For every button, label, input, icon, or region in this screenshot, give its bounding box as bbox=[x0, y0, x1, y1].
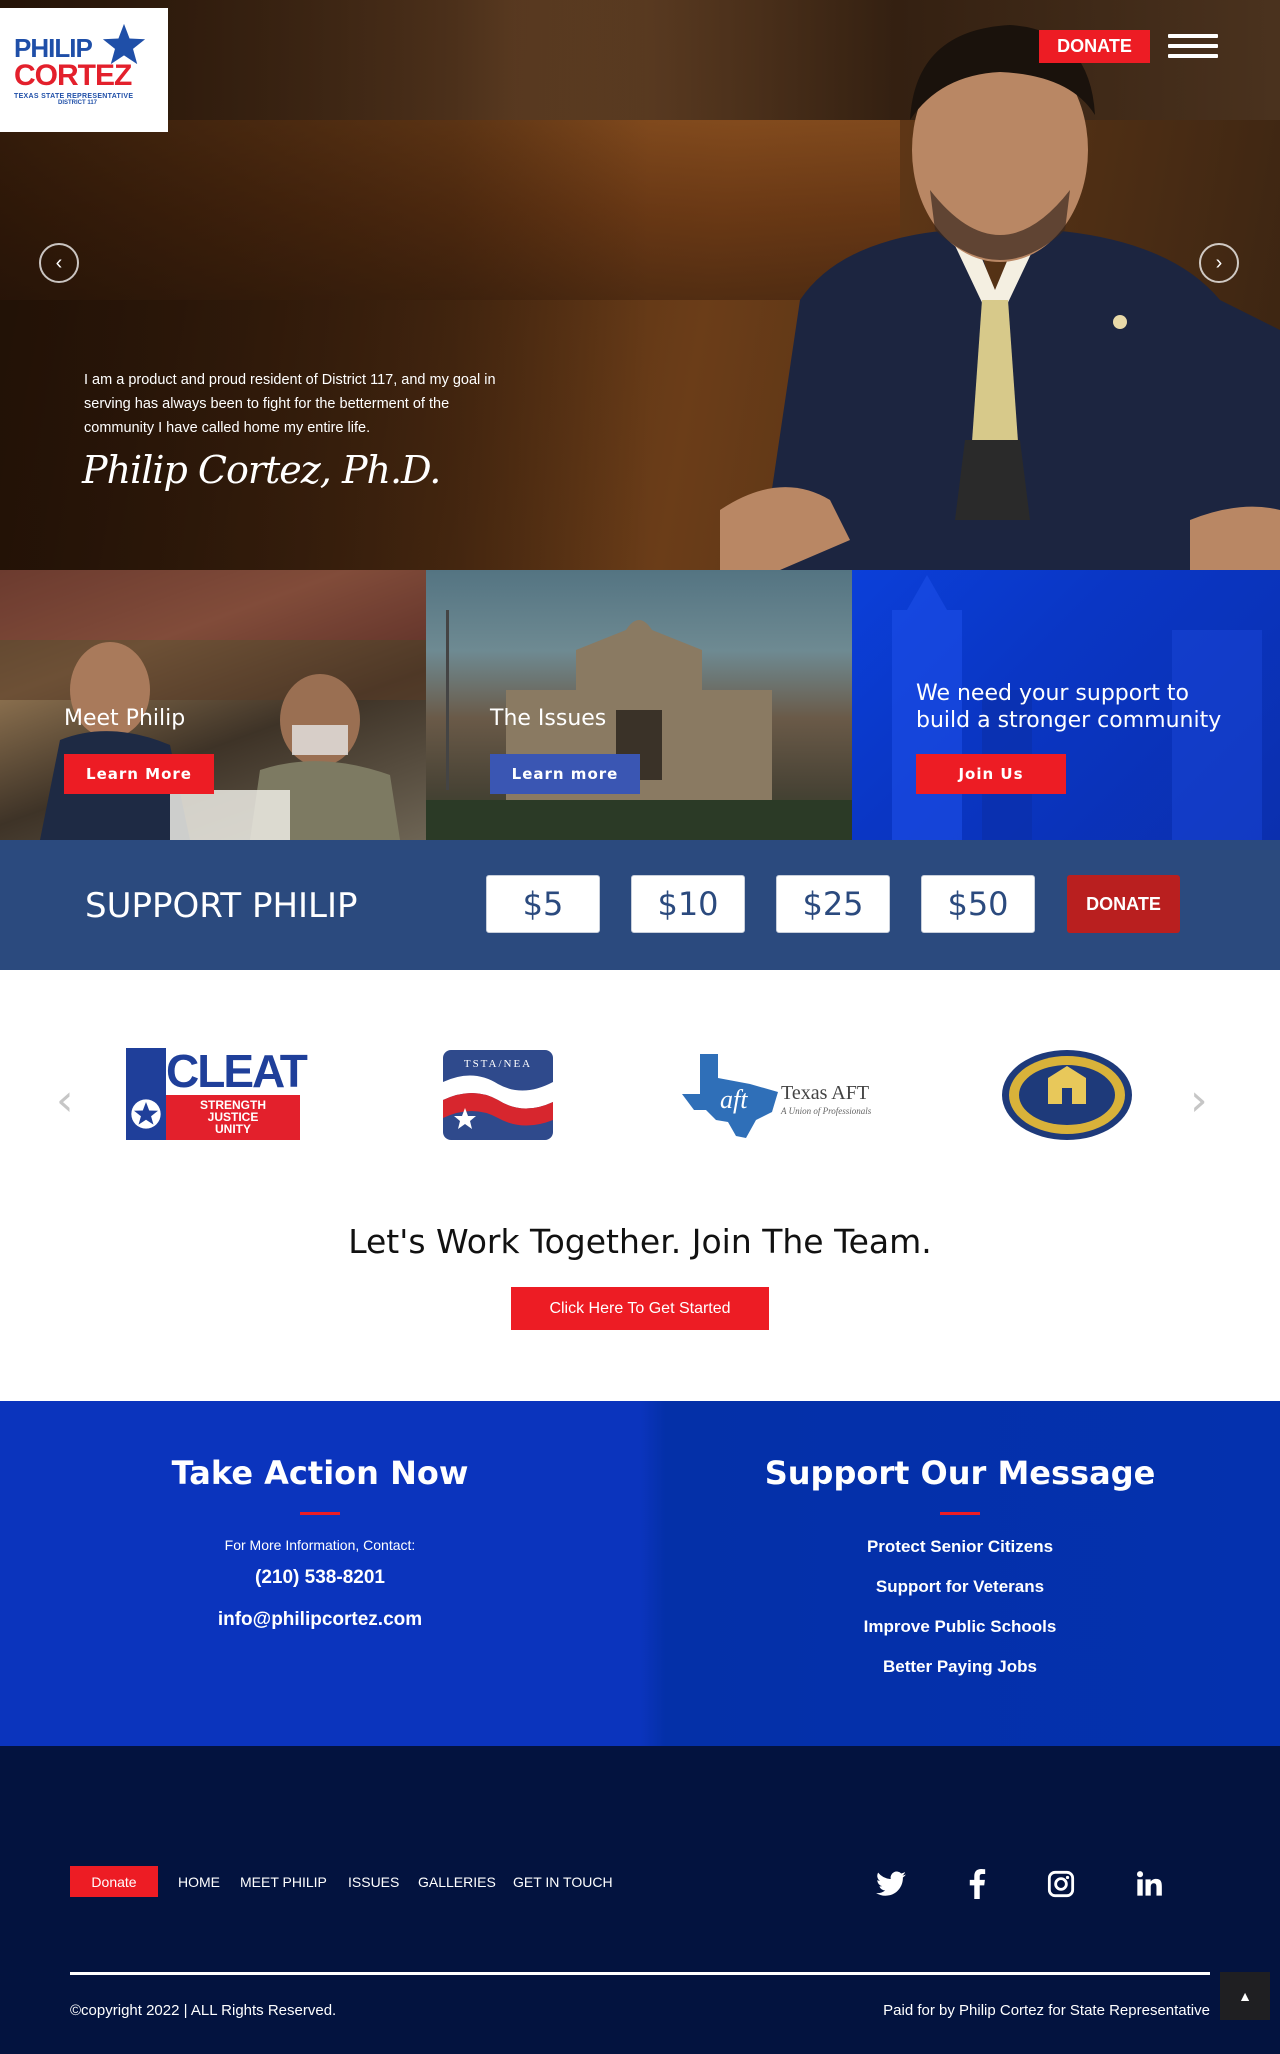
take-action-column: Take Action Now For More Information, Co… bbox=[0, 1401, 640, 1651]
copyright-text: ©copyright 2022 | ALL Rights Reserved. bbox=[70, 2002, 337, 2019]
cleat-star-icon bbox=[131, 1099, 161, 1129]
carousel-prev-icon[interactable]: ‹ bbox=[56, 1075, 74, 1126]
amount-button-25[interactable]: $25 bbox=[776, 875, 890, 933]
logo-texas-aft[interactable]: aft Texas AFT A Union of Professionals bbox=[680, 1050, 880, 1140]
instagram-icon[interactable] bbox=[1044, 1867, 1078, 1901]
support-message-column: Support Our Message Protect Senior Citiz… bbox=[640, 1401, 1280, 1697]
linkedin-icon[interactable] bbox=[1132, 1867, 1166, 1901]
amount-button-5[interactable]: $5 bbox=[486, 875, 600, 933]
heading-divider bbox=[300, 1512, 340, 1515]
amount-button-10[interactable]: $10 bbox=[631, 875, 745, 933]
contact-phone[interactable]: (210) 538-8201 bbox=[0, 1567, 640, 1589]
issues-learn-more-button[interactable]: Learn more bbox=[490, 754, 640, 794]
cleat-tagline3: UNITY bbox=[215, 1122, 251, 1136]
cleat-name: CLEAT bbox=[166, 1045, 308, 1097]
panel-meet-philip[interactable]: Meet Philip Learn More bbox=[0, 570, 426, 840]
support-donation-bar: SUPPORT PHILIP $5 $10 $25 $50 DONATE bbox=[0, 840, 1280, 970]
contact-label: For More Information, Contact: bbox=[224, 1537, 416, 1553]
message-item-senior-citizens: Protect Senior Citizens bbox=[866, 1537, 1054, 1556]
take-action-section: Take Action Now For More Information, Co… bbox=[0, 1401, 1280, 1746]
texas-map-icon: aft bbox=[682, 1054, 778, 1138]
sapoa-badge bbox=[1002, 1050, 1132, 1140]
footer-nav-home[interactable]: HOME bbox=[178, 1874, 220, 1890]
hero-slider: PHILIP CORTEZ TEXAS STATE REPRESENTATIVE… bbox=[0, 0, 1280, 570]
message-item-better-jobs: Better Paying Jobs bbox=[883, 1657, 1037, 1676]
alamo-photo bbox=[426, 610, 852, 840]
hero-portrait-image bbox=[720, 25, 1280, 570]
hamburger-menu-icon[interactable] bbox=[1168, 34, 1218, 60]
join-team-heading: Let's Work Together. Join The Team. bbox=[348, 1222, 932, 1261]
logo-district: DISTRICT 117 bbox=[58, 99, 98, 106]
message-item-public-schools: Improve Public Schools bbox=[863, 1617, 1057, 1636]
slider-prev-arrow-icon[interactable]: ‹ bbox=[39, 243, 79, 283]
site-footer: Donate HOME MEET PHILIP ISSUES GALLERIES… bbox=[0, 1746, 1280, 2054]
footer-divider bbox=[70, 1972, 1210, 1975]
aft-tagline: A Union of Professionals bbox=[781, 1106, 872, 1116]
amount-button-50[interactable]: $50 bbox=[921, 875, 1035, 933]
meet-philip-photo bbox=[0, 570, 426, 840]
facebook-icon[interactable] bbox=[960, 1867, 994, 1901]
svg-text:aft: aft bbox=[720, 1085, 748, 1114]
panel-title: Meet Philip bbox=[64, 706, 186, 731]
get-started-button[interactable]: Click Here To Get Started bbox=[511, 1287, 769, 1330]
contact-email[interactable]: info@philipcortez.com bbox=[0, 1609, 640, 1631]
tsta-name: TSTA/NEA bbox=[463, 1058, 533, 1070]
logo-cleat[interactable]: CLEAT STRENGTH JUSTICE UNITY bbox=[126, 1045, 308, 1140]
support-donate-button[interactable]: DONATE bbox=[1067, 875, 1180, 933]
logo-title: TEXAS STATE REPRESENTATIVE bbox=[14, 92, 134, 100]
header-donate-button[interactable]: DONATE bbox=[1039, 30, 1150, 63]
paid-for-text: Paid for by Philip Cortez for State Repr… bbox=[883, 2002, 1210, 2019]
endorsements-carousel: ‹ CLEAT STRENGTH JUSTICE UNITY TSTA/NEA … bbox=[0, 970, 1280, 1190]
twitter-icon[interactable] bbox=[874, 1867, 908, 1901]
footer-nav-meet-philip[interactable]: MEET PHILIP bbox=[240, 1874, 327, 1890]
meet-philip-learn-more-button[interactable]: Learn More bbox=[64, 754, 214, 794]
logo-tsta-nea[interactable]: TSTA/NEA bbox=[443, 1050, 553, 1140]
panel-title: We need your support to build a stronger… bbox=[916, 681, 1222, 733]
support-message-heading: Support Our Message bbox=[764, 1454, 1156, 1492]
join-us-button[interactable]: Join Us bbox=[916, 754, 1066, 794]
hero-quote: I am a product and proud resident of Dis… bbox=[84, 372, 496, 436]
message-item-veterans: Support for Veterans bbox=[875, 1577, 1045, 1596]
hero-signature: Philip Cortez, Ph.D. bbox=[82, 448, 441, 492]
support-title: SUPPORT PHILIP bbox=[85, 886, 358, 926]
scroll-to-top-icon[interactable]: ▲ bbox=[1220, 1972, 1270, 2020]
footer-nav-issues[interactable]: ISSUES bbox=[348, 1874, 399, 1890]
slider-next-arrow-icon[interactable]: › bbox=[1199, 243, 1239, 283]
footer-donate-button[interactable]: Donate bbox=[70, 1866, 158, 1897]
aft-name: Texas AFT bbox=[781, 1082, 870, 1104]
carousel-next-icon[interactable]: › bbox=[1190, 1075, 1208, 1126]
panel-title: The Issues bbox=[490, 706, 607, 731]
feature-panels: Meet Philip Learn More The Issues Learn … bbox=[0, 570, 1280, 840]
footer-nav-get-in-touch[interactable]: GET IN TOUCH bbox=[513, 1874, 613, 1890]
panel-the-issues[interactable]: The Issues Learn more bbox=[426, 570, 852, 840]
star-icon bbox=[102, 23, 146, 65]
footer-nav-galleries[interactable]: GALLERIES bbox=[418, 1874, 496, 1890]
panel-join-us[interactable]: We need your support to build a stronger… bbox=[852, 570, 1280, 840]
logo-sapoa[interactable] bbox=[1000, 1048, 1134, 1142]
heading-divider bbox=[940, 1512, 980, 1515]
take-action-heading: Take Action Now bbox=[171, 1454, 469, 1492]
site-logo[interactable]: PHILIP CORTEZ TEXAS STATE REPRESENTATIVE… bbox=[0, 8, 168, 132]
